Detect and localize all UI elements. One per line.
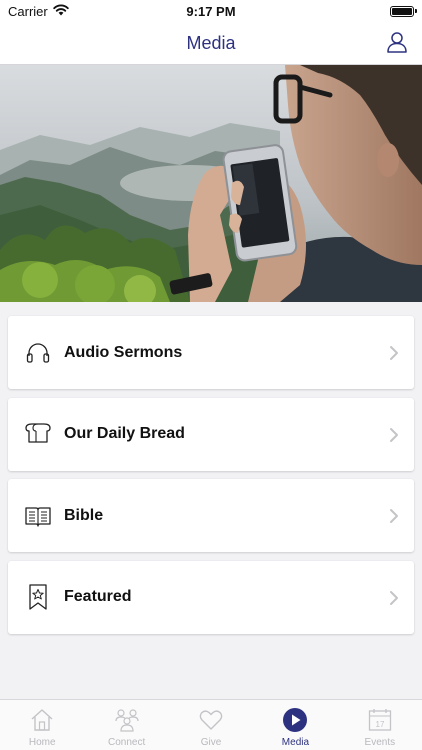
page-title: Media (186, 32, 236, 53)
tab-connect[interactable]: Connect (84, 700, 168, 750)
svg-text:17: 17 (375, 720, 384, 729)
chevron-right-icon (388, 508, 400, 524)
tab-label: Events (364, 737, 396, 748)
hero-image (0, 65, 422, 302)
calendar-icon: 17 (366, 706, 394, 734)
tab-label: Home (28, 737, 56, 748)
tab-events[interactable]: 17 Events (338, 700, 422, 750)
chevron-right-icon (388, 427, 400, 443)
menu-item-label: Featured (64, 588, 132, 605)
user-icon (385, 30, 409, 59)
status-left: Carrier (8, 4, 69, 19)
menu-item-audio-sermons[interactable]: Audio Sermons (8, 316, 414, 389)
bread-icon (24, 420, 52, 448)
headphones-icon (24, 339, 52, 367)
house-icon (28, 706, 56, 734)
chevron-right-icon (388, 590, 400, 606)
tab-bar: Home Connect Give Media 17 Events (0, 699, 422, 750)
heart-icon (197, 706, 225, 734)
people-icon (113, 706, 141, 734)
tab-home[interactable]: Home (0, 700, 84, 750)
play-icon (281, 706, 309, 734)
nav-bar: Media (0, 22, 422, 65)
carrier-label: Carrier (8, 3, 48, 19)
tab-label: Give (200, 737, 222, 748)
menu-item-featured[interactable]: Featured (8, 560, 414, 634)
profile-button[interactable] (384, 31, 410, 57)
media-menu-list: Audio Sermons Our Daily Bread Bible Feat… (8, 316, 414, 642)
bookmark-star-icon (24, 583, 52, 611)
menu-item-label: Audio Sermons (64, 343, 183, 361)
tab-label: Media (281, 737, 310, 748)
menu-item-bible[interactable]: Bible (8, 479, 414, 552)
battery-icon (390, 5, 417, 17)
wifi-icon (53, 4, 69, 19)
tab-label: Connect (107, 737, 146, 748)
chevron-right-icon (388, 345, 400, 361)
open-book-icon (24, 502, 52, 530)
status-bar: Carrier 9:17 PM (0, 0, 422, 22)
tab-give[interactable]: Give (169, 700, 253, 750)
menu-item-label: Bible (64, 506, 104, 524)
menu-item-label: Our Daily Bread (64, 425, 185, 442)
menu-item-our-daily-bread[interactable]: Our Daily Bread (8, 397, 414, 471)
tab-media[interactable]: Media (253, 700, 337, 750)
